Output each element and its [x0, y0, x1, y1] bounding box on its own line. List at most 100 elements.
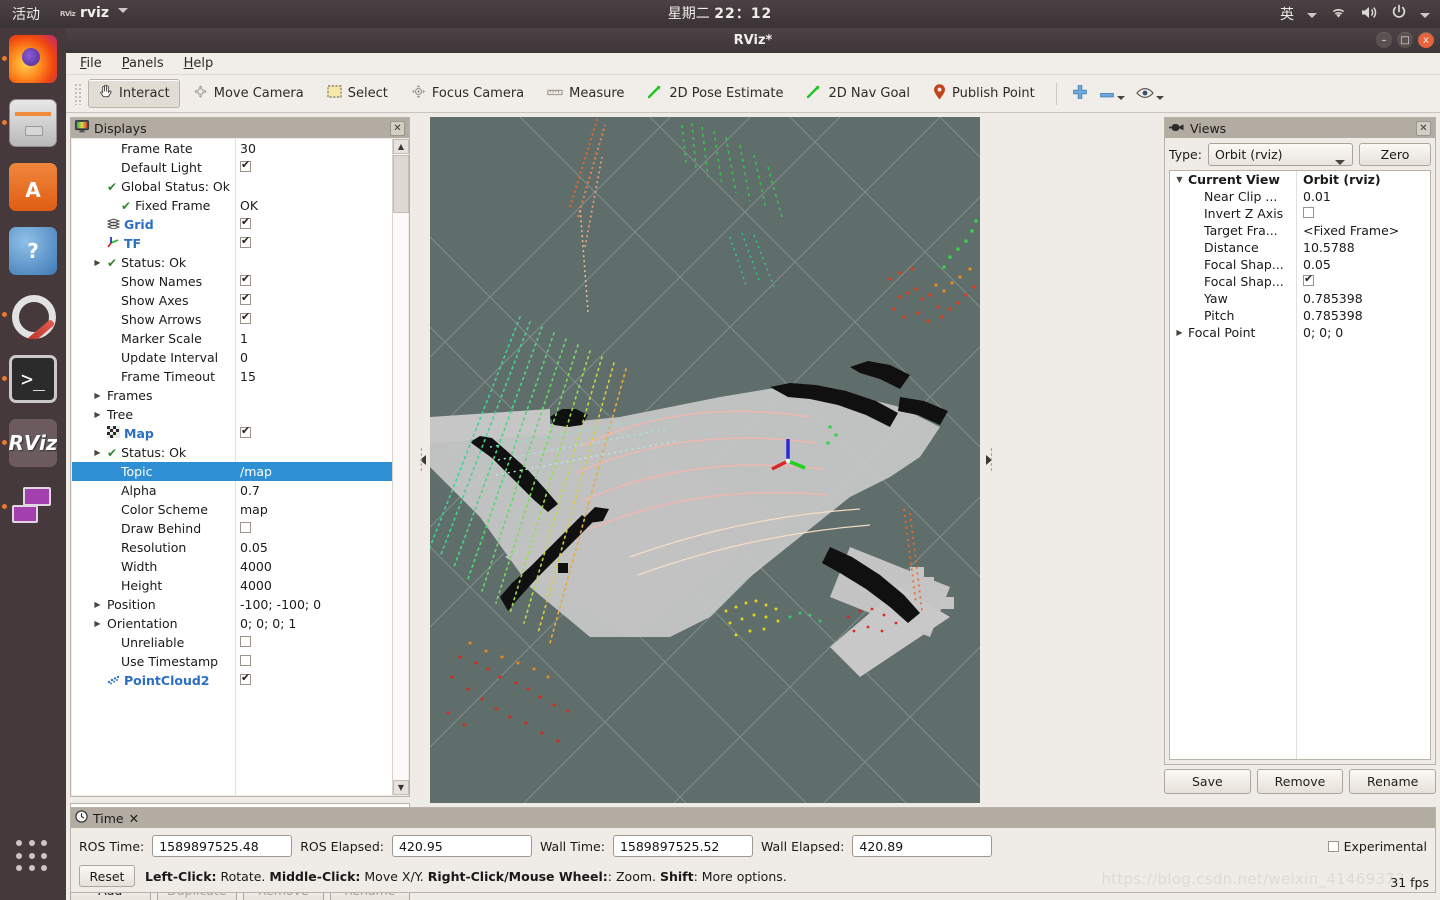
displays-row-draw-behind[interactable]: Draw Behind	[72, 519, 394, 538]
displays-scrollbar[interactable]: ▲ ▼	[392, 139, 409, 795]
ime-chevron-down-icon[interactable]	[1307, 7, 1317, 22]
displays-row-marker-scale[interactable]: Marker Scale 1	[72, 329, 394, 348]
displays-row-value[interactable]: /map	[237, 464, 394, 479]
experimental-toggle[interactable]: Experimental	[1327, 839, 1427, 854]
displays-row-value[interactable]: -100; -100; 0	[237, 597, 394, 612]
row-checkbox[interactable]	[240, 426, 251, 438]
displays-row-global-status-ok[interactable]: ✔ Global Status: Ok	[72, 177, 394, 196]
displays-row-value[interactable]	[237, 673, 394, 688]
left-splitter-collapse-button[interactable]	[418, 117, 430, 803]
displays-row-use-timestamp[interactable]: Use Timestamp	[72, 652, 394, 671]
views-row-focal-shap[interactable]: Focal Shap...	[1170, 272, 1430, 290]
displays-row-frame-rate[interactable]: Frame Rate 30	[72, 139, 394, 158]
displays-row-tf[interactable]: TF	[72, 234, 394, 253]
volume-icon[interactable]	[1360, 5, 1378, 24]
views-row-value[interactable]: 0.05	[1298, 257, 1430, 272]
views-row-focal-shap[interactable]: Focal Shap... 0.05	[1170, 256, 1430, 273]
maximize-button[interactable]: □	[1397, 32, 1413, 48]
launcher-item-settings[interactable]	[0, 284, 66, 348]
displays-row-tree[interactable]: ▶ Tree	[72, 405, 394, 424]
row-checkbox[interactable]	[240, 217, 251, 229]
displays-row-width[interactable]: Width 4000	[72, 557, 394, 576]
displays-scrollbar-thumb[interactable]	[393, 155, 409, 213]
views-row-expander-icon[interactable]: ▶	[1174, 328, 1185, 337]
row-expander-icon[interactable]: ▶	[92, 258, 103, 267]
power-icon[interactable]	[1391, 4, 1407, 24]
reset-time-button[interactable]: Reset	[79, 865, 135, 887]
row-checkbox[interactable]	[240, 236, 251, 248]
displays-tree[interactable]: Frame Rate30Default Light✔Global Status:…	[72, 139, 394, 795]
right-splitter-collapse-button[interactable]	[982, 117, 994, 803]
tool-visibility-chevron-down-icon[interactable]	[1155, 95, 1164, 100]
3d-viewport[interactable]	[430, 117, 980, 803]
launcher-item-rviz[interactable]: RViz	[0, 412, 66, 476]
tool-2d-nav-goal-button[interactable]: 2D Nav Goal	[796, 80, 920, 108]
displays-row-update-interval[interactable]: Update Interval 0	[72, 348, 394, 367]
displays-panel-close-button[interactable]: ✕	[390, 120, 405, 136]
displays-row-value[interactable]	[237, 312, 394, 327]
view-type-select[interactable]: Orbit (rviz)	[1207, 142, 1353, 166]
tool-select-button[interactable]: Select	[317, 80, 398, 107]
views-row-checkbox[interactable]	[1303, 272, 1314, 286]
row-expander-icon[interactable]: ▶	[92, 448, 103, 457]
row-checkbox[interactable]	[240, 160, 251, 172]
displays-row-show-axes[interactable]: Show Axes	[72, 291, 394, 310]
add-tool-button[interactable]	[1068, 82, 1092, 106]
session-chevron-down-icon[interactable]	[1420, 7, 1430, 22]
displays-row-alpha[interactable]: Alpha 0.7	[72, 481, 394, 500]
views-row-pitch[interactable]: Pitch 0.785398	[1170, 307, 1430, 324]
row-checkbox[interactable]	[240, 636, 251, 647]
displays-row-value[interactable]: 4000	[237, 559, 394, 574]
tool-focus-camera-button[interactable]: Focus Camera	[401, 79, 534, 108]
tool-interact-button[interactable]: Interact	[88, 79, 180, 108]
displays-row-fixed-frame[interactable]: ✔ Fixed Frame OK	[72, 196, 394, 215]
wifi-icon[interactable]	[1330, 5, 1347, 23]
rename-view-button[interactable]: Rename	[1349, 769, 1437, 794]
displays-row-orientation[interactable]: ▶ Orientation 0; 0; 0; 1	[72, 614, 394, 633]
row-checkbox[interactable]	[240, 312, 251, 324]
wall-elapsed-input[interactable]: 420.89	[852, 835, 993, 857]
row-checkbox[interactable]	[240, 293, 251, 305]
save-view-button[interactable]: Save	[1164, 769, 1251, 794]
tool-2d-pose-estimate-button[interactable]: 2D Pose Estimate	[637, 80, 793, 108]
ros-elapsed-input[interactable]: 420.95	[391, 835, 532, 857]
displays-row-show-names[interactable]: Show Names	[72, 272, 394, 291]
launcher-item-ubuntu-software[interactable]: A	[0, 156, 66, 220]
views-row-invert-z-axis[interactable]: Invert Z Axis	[1170, 205, 1430, 222]
time-panel-close-button[interactable]: ✕	[129, 811, 139, 826]
remove-tool-chevron-down-icon[interactable]	[1116, 95, 1125, 100]
displays-row-value[interactable]: 0	[237, 350, 394, 365]
views-row-value[interactable]	[1298, 272, 1430, 289]
views-row-value[interactable]: 0.785398	[1298, 291, 1430, 306]
row-expander-icon[interactable]: ▶	[92, 600, 103, 609]
zero-view-button[interactable]: Zero	[1359, 142, 1431, 166]
views-row-value[interactable]: <Fixed Frame>	[1298, 223, 1430, 238]
views-row-value[interactable]	[1298, 206, 1430, 221]
displays-row-value[interactable]: 0.05	[237, 540, 394, 555]
launcher-item-firefox[interactable]	[0, 28, 66, 92]
displays-row-value[interactable]: 15	[237, 369, 394, 384]
views-row-near-clip[interactable]: Near Clip ... 0.01	[1170, 188, 1430, 205]
displays-row-value[interactable]	[237, 426, 394, 441]
menu-file[interactable]: FFileile	[80, 56, 102, 71]
displays-row-value[interactable]	[237, 654, 394, 669]
views-tree[interactable]: ▼ Current View Orbit (rviz) Near Clip ... 0.…	[1169, 170, 1431, 760]
displays-row-frames[interactable]: ▶ Frames	[72, 386, 394, 405]
displays-row-position[interactable]: ▶ Position -100; -100; 0	[72, 595, 394, 614]
views-row-expander-icon[interactable]: ▼	[1174, 175, 1185, 184]
displays-row-show-arrows[interactable]: Show Arrows	[72, 310, 394, 329]
system-clock[interactable]: 星期二 22：12	[0, 0, 1440, 28]
remove-view-button[interactable]: Remove	[1256, 769, 1344, 794]
launcher-item-help[interactable]: ?	[0, 220, 66, 284]
displays-row-value[interactable]: 4000	[237, 578, 394, 593]
views-row-distance[interactable]: Distance 10.5788	[1170, 239, 1430, 256]
row-expander-icon[interactable]: ▶	[92, 410, 103, 419]
displays-row-grid[interactable]: Grid	[72, 215, 394, 234]
row-checkbox[interactable]	[240, 655, 251, 666]
row-checkbox[interactable]	[240, 274, 251, 286]
views-row-value[interactable]: 0.785398	[1298, 308, 1430, 323]
show-applications-button[interactable]	[16, 840, 50, 874]
displays-row-value[interactable]	[237, 160, 394, 175]
launcher-item-files[interactable]	[0, 92, 66, 156]
row-expander-icon[interactable]: ▶	[92, 619, 103, 628]
